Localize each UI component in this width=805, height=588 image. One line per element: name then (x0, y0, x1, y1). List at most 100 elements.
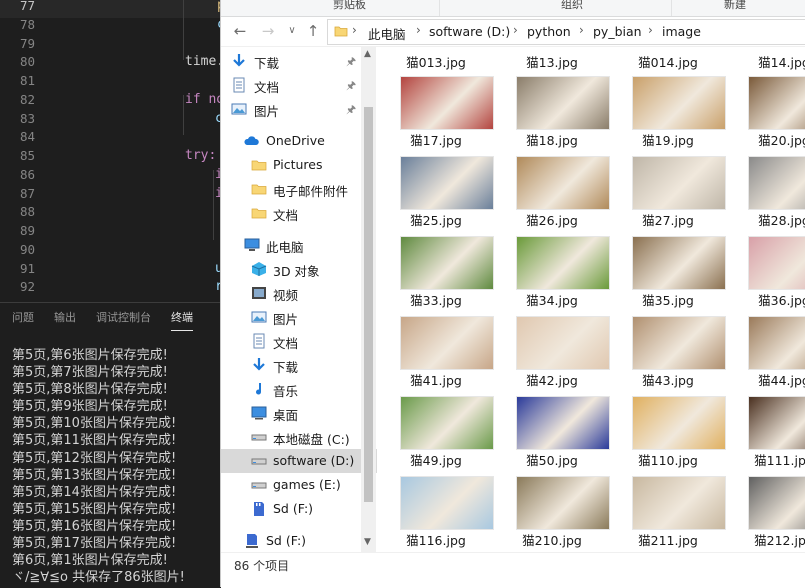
file-item[interactable]: 猫111.jpg (726, 388, 805, 468)
file-item[interactable]: 猫41.jpg (378, 308, 494, 388)
nav-item-quick-2[interactable]: 图片 🖈 (221, 97, 377, 121)
file-item[interactable]: 猫211.jpg (610, 468, 726, 548)
nav-item-onedrive-child[interactable]: 电子邮件附件 (221, 177, 377, 201)
image-thumbnail[interactable] (632, 396, 726, 450)
nav-item-quick-0[interactable]: 下载 🖈 (221, 49, 377, 73)
pin-icon[interactable]: 🖈 (346, 101, 356, 120)
nav-item-onedrive-child[interactable]: Pictures (221, 153, 377, 177)
address-bar[interactable]: › 此电脑 › software (D:) › python › py_bian… (327, 19, 805, 45)
image-thumbnail[interactable] (400, 316, 494, 370)
image-thumbnail[interactable] (400, 156, 494, 210)
breadcrumb-image[interactable]: image (662, 24, 701, 39)
file-item[interactable]: 猫49.jpg (378, 388, 494, 468)
file-name[interactable]: 猫25.jpg (378, 210, 494, 229)
file-item[interactable]: 猫210.jpg (494, 468, 610, 548)
file-name[interactable]: 猫42.jpg (494, 370, 610, 389)
file-name[interactable]: 猫35.jpg (610, 290, 726, 309)
nav-item-this-pc-child[interactable]: games (E:) (221, 473, 377, 497)
file-name[interactable]: 猫18.jpg (494, 130, 610, 149)
image-thumbnail[interactable] (748, 396, 805, 450)
image-thumbnail[interactable] (516, 316, 610, 370)
image-thumbnail[interactable] (516, 396, 610, 450)
tab-terminal[interactable]: 终端 (171, 309, 193, 331)
nav-item-this-pc[interactable]: 此电脑 (221, 233, 377, 257)
tab-debug-console[interactable]: 调试控制台 (96, 309, 151, 325)
breadcrumb-py-bian[interactable]: py_bian (593, 24, 642, 39)
back-arrow-icon[interactable]: ← (231, 22, 249, 40)
image-thumbnail[interactable] (748, 236, 805, 290)
breadcrumb-software-d[interactable]: software (D:) (429, 24, 510, 39)
nav-item-this-pc-child[interactable]: 文档 (221, 329, 377, 353)
file-item[interactable]: 猫27.jpg (610, 148, 726, 228)
tab-output[interactable]: 输出 (54, 309, 76, 325)
file-name[interactable]: 猫28.jpg (726, 210, 805, 229)
file-item[interactable]: 猫20.jpg (726, 68, 805, 148)
file-item[interactable]: 猫35.jpg (610, 228, 726, 308)
file-item[interactable]: 猫110.jpg (610, 388, 726, 468)
forward-arrow-icon[interactable]: → (259, 22, 277, 40)
nav-scrollbar[interactable]: ▲ ▼ (361, 47, 376, 552)
image-thumbnail[interactable] (400, 476, 494, 530)
image-thumbnail[interactable] (516, 476, 610, 530)
code-line[interactable]: 92 r (0, 275, 230, 299)
file-item[interactable]: 猫26.jpg (494, 148, 610, 228)
file-name[interactable]: 猫33.jpg (378, 290, 494, 309)
tab-problems[interactable]: 问题 (12, 309, 34, 325)
image-thumbnail[interactable] (632, 236, 726, 290)
file-item[interactable]: 猫34.jpg (494, 228, 610, 308)
image-thumbnail[interactable] (632, 316, 726, 370)
image-thumbnail[interactable] (748, 316, 805, 370)
nav-item-quick-1[interactable]: 文档 🖈 (221, 73, 377, 97)
scroll-down-icon[interactable]: ▼ (364, 537, 371, 547)
file-name[interactable]: 猫17.jpg (378, 130, 494, 149)
nav-item-onedrive-child[interactable]: 文档 (221, 201, 377, 225)
up-arrow-icon[interactable]: ↑ (304, 22, 322, 40)
nav-item-this-pc-child[interactable]: 视频 (221, 281, 377, 305)
file-item[interactable]: 猫25.jpg (378, 148, 494, 228)
file-name[interactable]: 猫210.jpg (494, 530, 610, 549)
file-name[interactable]: 猫34.jpg (494, 290, 610, 309)
file-name[interactable]: 猫50.jpg (494, 450, 610, 469)
terminal-output[interactable]: 第5页,第6张图片保存完成! 第5页,第7张图片保存完成! 第5页,第8张图片保存完… (12, 347, 185, 586)
file-name[interactable]: 猫116.jpg (378, 530, 494, 549)
file-item[interactable]: 猫43.jpg (610, 308, 726, 388)
file-name[interactable]: 猫26.jpg (494, 210, 610, 229)
file-name[interactable]: 猫43.jpg (610, 370, 726, 389)
file-name[interactable]: 猫211.jpg (610, 530, 726, 549)
nav-item-this-pc-child[interactable]: 音乐 (221, 377, 377, 401)
file-name[interactable]: 猫27.jpg (610, 210, 726, 229)
nav-item-this-pc-child[interactable]: software (D:) (221, 449, 377, 473)
image-thumbnail[interactable] (400, 76, 494, 130)
file-item[interactable]: 猫116.jpg (378, 468, 494, 548)
chevron-down-icon[interactable]: ∨ (283, 22, 301, 40)
nav-item-this-pc-child[interactable]: 桌面 (221, 401, 377, 425)
nav-scroll-thumb[interactable] (364, 107, 373, 502)
chevron-right-icon[interactable]: › (579, 23, 584, 37)
nav-item-network-drive[interactable]: Sd (F:) (221, 529, 377, 553)
file-item[interactable]: 猫19.jpg (610, 68, 726, 148)
nav-item-this-pc-child[interactable]: Sd (F:) (221, 497, 377, 521)
image-thumbnail[interactable] (632, 156, 726, 210)
file-item[interactable]: 猫212.jpg (726, 468, 805, 548)
file-name[interactable]: 猫44.jpg (726, 370, 805, 389)
nav-item-this-pc-child[interactable]: 3D 对象 (221, 257, 377, 281)
image-thumbnail[interactable] (516, 236, 610, 290)
image-thumbnail[interactable] (516, 76, 610, 130)
file-item[interactable]: 猫36.jpg (726, 228, 805, 308)
image-thumbnail[interactable] (748, 156, 805, 210)
image-thumbnail[interactable] (400, 396, 494, 450)
image-thumbnail[interactable] (632, 476, 726, 530)
breadcrumb-python[interactable]: python (527, 24, 571, 39)
file-item[interactable]: 猫28.jpg (726, 148, 805, 228)
image-thumbnail[interactable] (748, 476, 805, 530)
file-name[interactable]: 猫20.jpg (726, 130, 805, 149)
nav-item-this-pc-child[interactable]: 本地磁盘 (C:) (221, 425, 377, 449)
file-name[interactable]: 猫41.jpg (378, 370, 494, 389)
file-item[interactable]: 猫50.jpg (494, 388, 610, 468)
file-item[interactable]: 猫42.jpg (494, 308, 610, 388)
scroll-up-icon[interactable]: ▲ (364, 49, 371, 59)
file-item[interactable]: 猫18.jpg (494, 68, 610, 148)
image-thumbnail[interactable] (516, 156, 610, 210)
chevron-right-icon[interactable]: › (416, 23, 421, 37)
file-name[interactable]: 猫49.jpg (378, 450, 494, 469)
